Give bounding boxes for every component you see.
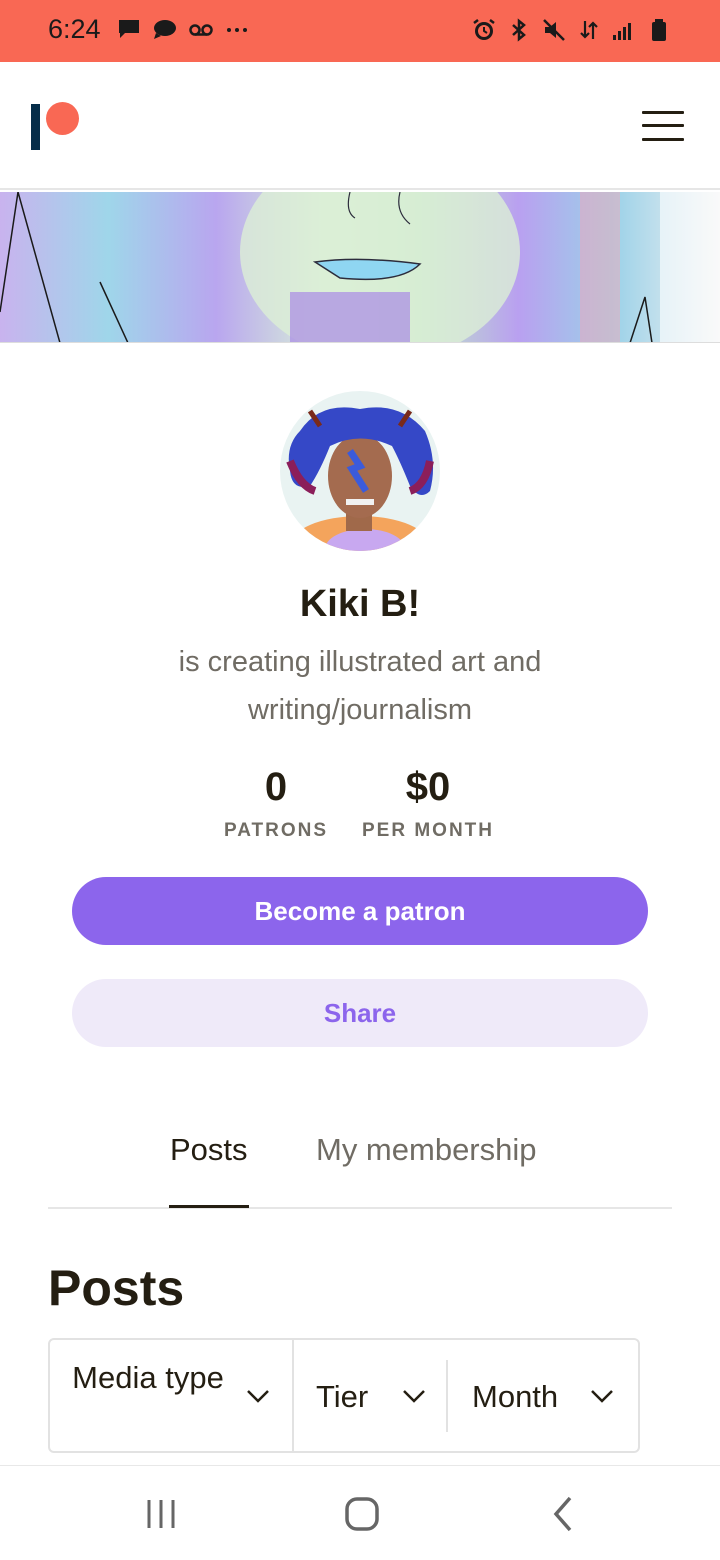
stat-per-month-value: $0 [405,765,451,809]
filter-media-type-label: Media type [72,1360,224,1395]
back-icon[interactable] [544,1494,584,1534]
recents-icon[interactable] [141,1494,181,1534]
status-bar: 6:24 [0,0,720,62]
status-right-icons [471,17,672,43]
chat-icon [152,16,178,42]
message-icon [116,16,142,42]
posts-heading: Posts [48,1260,185,1316]
bluetooth-icon [506,17,532,43]
voicemail-icon [188,16,214,42]
stat-patrons: 0 PATRONS [200,762,352,842]
profile-tabs: Posts My membership [48,1122,672,1209]
stat-per-month-label: PER MONTH [362,820,494,841]
creator-name: Kiki B! [299,583,421,625]
creator-description: is creating illustrated art and writing/… [178,646,542,726]
tab-posts-indicator [169,1205,249,1208]
system-nav-bar [0,1465,720,1560]
cover-image [0,192,720,343]
battery-icon [646,17,672,43]
mute-icon [541,17,567,43]
filter-month[interactable]: Month [448,1340,638,1451]
status-left-icons [116,16,250,42]
creator-avatar [280,391,440,551]
data-arrows-icon [576,17,602,43]
patreon-logo[interactable] [31,102,83,152]
alarm-icon [471,17,497,43]
signal-icon [611,17,637,43]
filter-month-label: Month [472,1379,559,1414]
hamburger-menu-icon[interactable] [640,108,686,144]
filter-tier[interactable]: Tier [296,1340,446,1451]
status-time: 6:24 [48,14,101,44]
filter-tier-label: Tier [316,1379,369,1414]
home-icon[interactable] [342,1494,382,1534]
chevron-down-icon [402,1389,426,1403]
chevron-down-icon [246,1389,270,1403]
app-header [0,62,720,190]
chevron-down-icon [590,1389,614,1403]
more-dots-icon [224,16,250,42]
share-button[interactable]: Share [72,979,648,1047]
post-filters: Media type Tier Month [48,1338,640,1453]
stat-patrons-label: PATRONS [223,820,329,841]
stat-patrons-value: 0 [264,765,288,809]
tab-my-membership[interactable]: My membership [316,1132,537,1168]
tab-my-membership-label: My membership [316,1132,537,1167]
tab-posts[interactable]: Posts [169,1132,249,1208]
stat-per-month: $0 PER MONTH [352,762,504,842]
filter-media-type[interactable]: Media type [50,1340,294,1451]
tab-posts-label: Posts [170,1132,248,1167]
become-patron-button[interactable]: Become a patron [72,877,648,945]
creator-stats: 0 PATRONS $0 PER MONTH [0,762,720,852]
